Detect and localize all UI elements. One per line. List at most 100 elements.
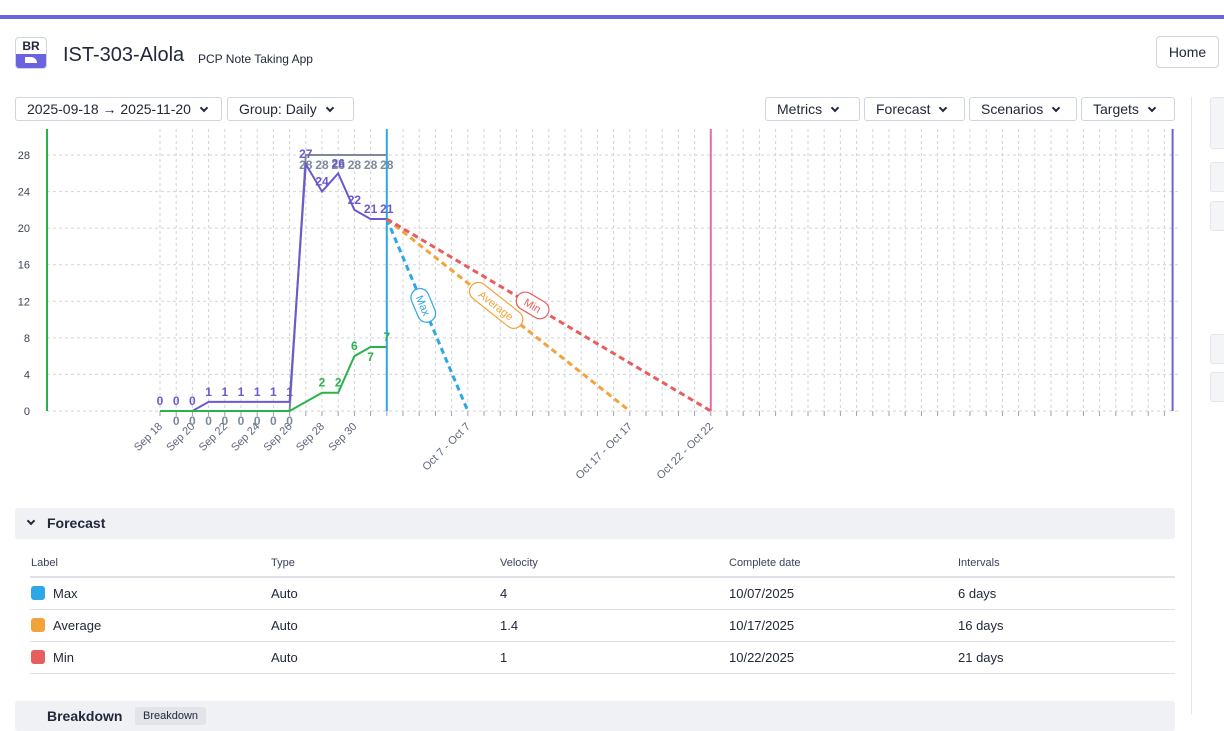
column-header: Label bbox=[31, 557, 58, 569]
y-tick-label: 20 bbox=[18, 223, 30, 235]
x-tick-label: Sep 18 bbox=[132, 421, 165, 454]
data-label: 1 bbox=[205, 385, 212, 399]
table-row: Max Auto 4 10/07/2025 6 days bbox=[30, 578, 1175, 610]
column-header: Velocity bbox=[500, 557, 538, 569]
grid: 0481216202428Sep 18 Sep 20 Sep 22 Sep 24 Sep… bbox=[18, 129, 1180, 482]
chevron-down-icon bbox=[1052, 103, 1061, 113]
side-panel-tab[interactable] bbox=[1210, 162, 1224, 192]
forecast-label: Forecast bbox=[876, 101, 931, 117]
data-label: 1 bbox=[286, 385, 293, 399]
data-label: 28 bbox=[380, 158, 394, 172]
data-label: 0 bbox=[205, 414, 212, 428]
data-label: 21 bbox=[380, 202, 394, 216]
forecast-label-max: Max bbox=[410, 287, 437, 323]
forecast-label-cell: Average bbox=[53, 618, 102, 633]
x-tick-label: Sep 28 bbox=[294, 421, 327, 454]
forecast-date-cell: 10/07/2025 bbox=[729, 586, 795, 601]
group-dropdown[interactable]: Group: Daily bbox=[227, 97, 354, 121]
logo-band bbox=[16, 54, 46, 68]
data-label: 24 bbox=[315, 175, 329, 189]
forecast-label-cell: Max bbox=[53, 586, 78, 601]
forecast-intervals-cell: 21 days bbox=[958, 650, 1004, 665]
forecast-velocity-cell: 1 bbox=[500, 650, 508, 665]
y-tick-label: 24 bbox=[18, 187, 30, 199]
chevron-down-icon bbox=[939, 103, 948, 113]
burndown-chart: 0481216202428Sep 18 Sep 20 Sep 22 Sep 24 Sep… bbox=[18, 129, 1180, 482]
date-range-label: 2025-09-18 → 2025-11-20 bbox=[27, 101, 191, 117]
data-label: 28 bbox=[348, 158, 362, 172]
forecast-intervals-cell: 16 days bbox=[958, 618, 1004, 633]
targets-label: Targets bbox=[1093, 101, 1139, 117]
data-label: 1 bbox=[270, 385, 277, 399]
metrics-label: Metrics bbox=[777, 101, 823, 117]
x-tick-label: Oct 17 - Oct 17 bbox=[574, 421, 635, 482]
table-row: Min Auto 1 10/22/2025 21 days bbox=[30, 642, 1175, 674]
forecast-dropdown[interactable]: Forecast bbox=[864, 97, 965, 121]
data-label: 0 bbox=[157, 394, 164, 408]
chevron-down-icon bbox=[26, 516, 36, 526]
data-label: 27 bbox=[299, 147, 313, 161]
forecast-type-cell: Auto bbox=[271, 586, 298, 601]
y-tick-label: 8 bbox=[24, 333, 30, 345]
breakdown-section-header[interactable]: Breakdown Breakdown bbox=[15, 701, 1175, 731]
data-label: 0 bbox=[173, 394, 180, 408]
app-header: BR IST-303-Alola PCP Note Taking App Hom… bbox=[0, 19, 1224, 91]
data-label: 21 bbox=[364, 202, 378, 216]
date-range-dropdown[interactable]: 2025-09-18 → 2025-11-20 bbox=[15, 97, 222, 121]
breakdown-section-title: Breakdown bbox=[47, 708, 123, 724]
x-tick-label: Sep 30 bbox=[326, 421, 359, 454]
data-label: 0 bbox=[254, 414, 261, 428]
data-label: 1 bbox=[254, 385, 261, 399]
data-label: 26 bbox=[332, 156, 346, 170]
forecast-section-title: Forecast bbox=[47, 515, 106, 531]
breakdown-chip[interactable]: Breakdown bbox=[135, 707, 207, 725]
x-tick-label: Oct 22 - Oct 22 bbox=[655, 421, 716, 482]
scenarios-label: Scenarios bbox=[981, 101, 1044, 117]
table-row: Average Auto 1.4 10/17/2025 16 days bbox=[30, 610, 1175, 642]
home-button[interactable]: Home bbox=[1156, 36, 1219, 68]
forecast-intervals-cell: 6 days bbox=[958, 586, 997, 601]
app-logo[interactable]: BR bbox=[15, 37, 47, 69]
forecast-table: Label Type Velocity Complete date Interv… bbox=[30, 548, 1175, 674]
y-tick-label: 16 bbox=[18, 260, 30, 272]
scenarios-dropdown[interactable]: Scenarios bbox=[969, 97, 1077, 121]
y-tick-label: 4 bbox=[24, 369, 30, 381]
forecast-velocity-cell: 4 bbox=[500, 586, 508, 601]
forecast-type-cell: Auto bbox=[271, 618, 298, 633]
data-label: 0 bbox=[286, 414, 293, 428]
data-label: 7 bbox=[367, 350, 374, 364]
page-title: IST-303-Alola bbox=[63, 44, 185, 66]
chevron-down-icon bbox=[830, 103, 840, 113]
page-subtitle: PCP Note Taking App bbox=[198, 52, 313, 66]
data-label: 6 bbox=[351, 339, 358, 353]
data-label: 2 bbox=[335, 376, 342, 390]
forecast-section-header[interactable]: Forecast bbox=[15, 508, 1175, 539]
y-tick-label: 28 bbox=[18, 150, 30, 162]
column-header: Intervals bbox=[958, 557, 1000, 569]
logo-text: BR bbox=[22, 39, 40, 53]
column-header: Type bbox=[271, 557, 295, 569]
metrics-dropdown[interactable]: Metrics bbox=[765, 97, 860, 121]
chevron-down-icon bbox=[1147, 103, 1157, 113]
y-tick-label: 0 bbox=[24, 406, 30, 418]
data-label: 0 bbox=[270, 414, 277, 428]
table-header-row: Label Type Velocity Complete date Interv… bbox=[30, 548, 1175, 578]
forecast-date-cell: 10/17/2025 bbox=[729, 618, 795, 633]
side-panel-tab[interactable] bbox=[1210, 372, 1224, 402]
x-tick-label: Oct 7 - Oct 7 bbox=[420, 421, 473, 474]
data-label: 28 bbox=[315, 158, 329, 172]
forecast-date-cell: 10/22/2025 bbox=[729, 650, 795, 665]
chevron-down-icon bbox=[325, 103, 335, 113]
data-label: 0 bbox=[173, 414, 180, 428]
data-label: 1 bbox=[221, 385, 228, 399]
side-panel-tab[interactable] bbox=[1210, 97, 1224, 149]
side-panel-tab[interactable] bbox=[1210, 201, 1224, 231]
side-panel-tab[interactable] bbox=[1210, 334, 1224, 364]
group-label: Group: Daily bbox=[239, 101, 317, 117]
data-label: 0 bbox=[221, 414, 228, 428]
targets-dropdown[interactable]: Targets bbox=[1081, 97, 1175, 121]
y-tick-label: 12 bbox=[18, 296, 30, 308]
data-label: 7 bbox=[383, 330, 390, 344]
data-label: 0 bbox=[189, 394, 196, 408]
data-label: 1 bbox=[238, 385, 245, 399]
